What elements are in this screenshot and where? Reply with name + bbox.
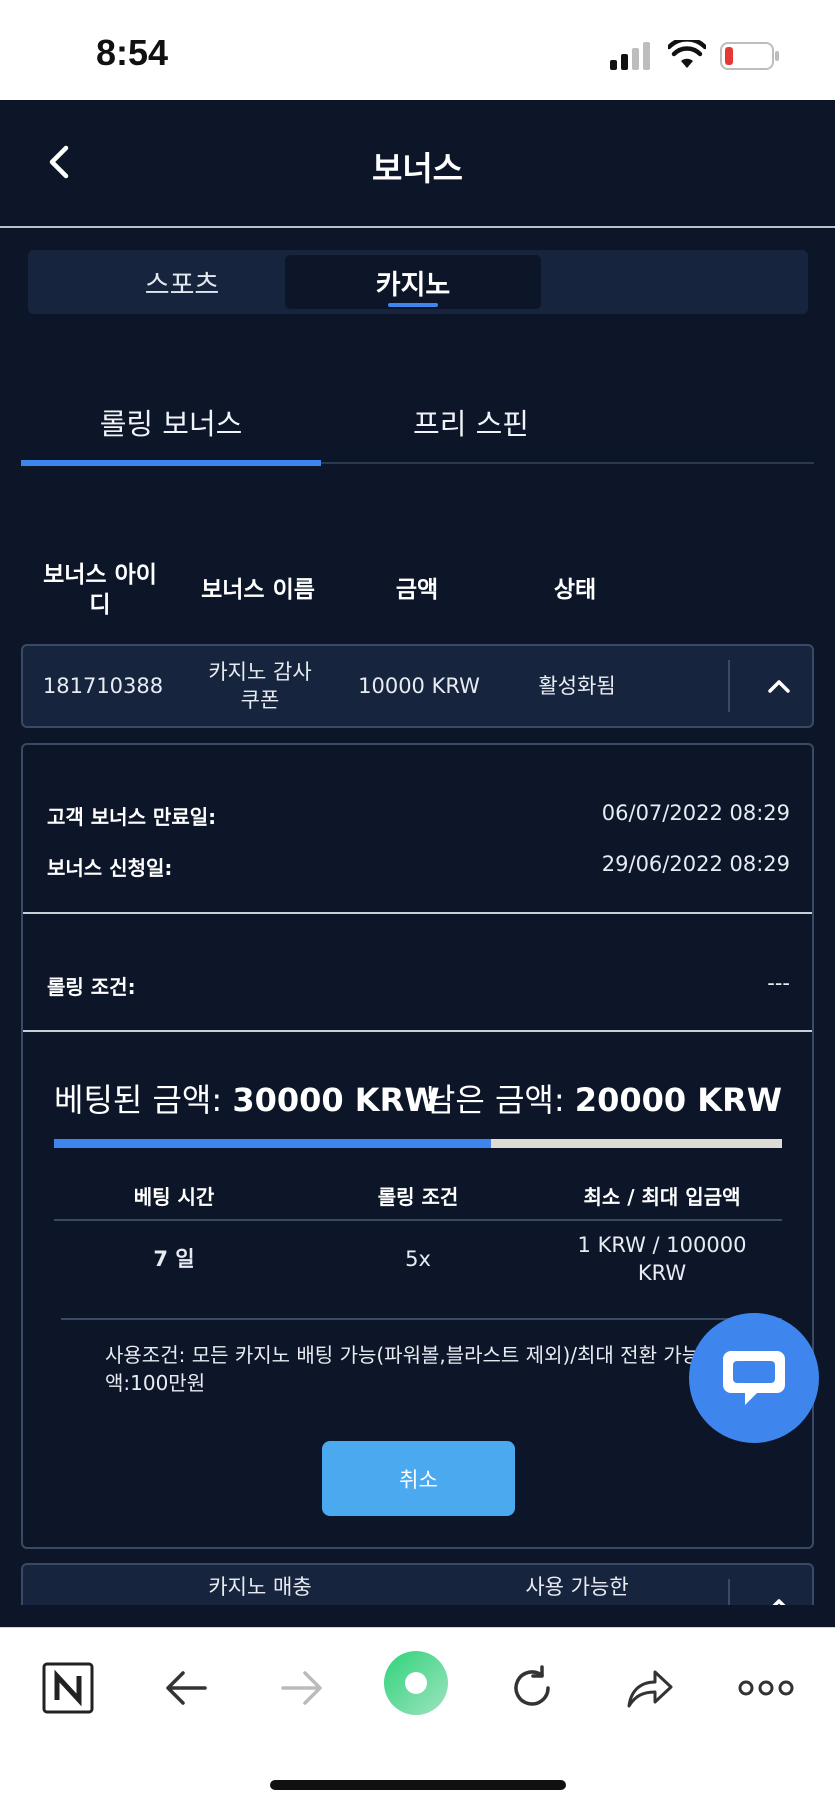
remaining-amount-value: 20000 KRW — [574, 1081, 782, 1119]
condition-header-rolling: 롤링 조건 — [377, 1185, 459, 1209]
remaining-amount-label: 남은 금액: — [425, 1081, 565, 1119]
divider — [23, 912, 812, 914]
condition-header-deposit: 최소 / 최대 입금액 — [583, 1185, 741, 1209]
bonus-id: 181710388 — [42, 674, 164, 698]
bet-amount-value: 30000 KRW — [232, 1081, 440, 1119]
applied-label: 보너스 신청일: — [47, 856, 173, 880]
bonus-name: 카지노 감사 쿠폰 — [208, 660, 312, 712]
segment-active-indicator — [388, 303, 438, 307]
share-icon[interactable] — [620, 1658, 680, 1718]
bonus-status: 활성화됨 — [538, 674, 616, 698]
wifi-icon — [668, 40, 706, 68]
status-bar: 8:54 — [0, 0, 835, 100]
tab-rolling-bonus-label: 롤링 보너스 — [99, 407, 243, 441]
home-indicator — [270, 1780, 566, 1790]
cellular-signal-icon — [610, 42, 650, 70]
tab-free-spin-label: 프리 스핀 — [413, 407, 529, 441]
bonus-amount: 10000 KRW — [358, 674, 480, 698]
wagering-progress-bar — [54, 1139, 782, 1148]
category-segment: 스포츠 카지노 — [28, 250, 808, 314]
column-header-amount: 금액 — [395, 577, 439, 603]
column-header-bonus-id: 보너스 아이 디 — [43, 562, 157, 618]
rolling-label: 롤링 조건: — [47, 975, 136, 999]
expiry-label: 고객 보너스 만료일: — [47, 805, 217, 829]
app-header: 보너스 — [0, 100, 835, 228]
segment-sports-label: 스포츠 — [144, 269, 220, 301]
divider — [61, 1318, 782, 1320]
bet-amount: 베팅된 금액: 30000 KRW — [54, 1075, 440, 1121]
page-title: 보너스 — [371, 149, 464, 188]
remaining-amount: 남은 금액: 20000 KRW — [426, 1075, 782, 1121]
chat-bubble-icon — [723, 1351, 785, 1405]
condition-bet-time: 7 일 — [153, 1247, 195, 1271]
cancel-button[interactable]: 취소 — [322, 1441, 515, 1516]
segment-casino[interactable]: 카지노 — [285, 255, 541, 309]
divider — [23, 1030, 812, 1032]
table-row[interactable]: 181710388 카지노 감사 쿠폰 10000 KRW 활성화됨 — [21, 644, 814, 728]
reload-icon[interactable] — [502, 1658, 562, 1718]
chat-button[interactable] — [689, 1313, 819, 1443]
applied-value: 29/06/2022 08:29 — [601, 852, 790, 876]
column-header-bonus-name: 보너스 이름 — [201, 577, 315, 603]
battery-icon — [720, 42, 779, 70]
usage-conditions-text: 사용조건: 모든 카지노 배팅 가능(파워볼,블라스트 제외)/최대 전환 가능… — [105, 1343, 719, 1395]
row-divider — [728, 660, 730, 712]
condition-header-bet-time: 베팅 시간 — [133, 1185, 215, 1209]
n-logo-icon[interactable] — [38, 1658, 98, 1718]
bonus-details-panel: 고객 보너스 만료일: 06/07/2022 08:29 보너스 신청일: 29… — [21, 743, 814, 1549]
condition-rolling: 5x — [405, 1247, 431, 1271]
more-icon[interactable] — [736, 1658, 796, 1718]
record-icon[interactable] — [381, 1648, 451, 1718]
tab-free-spin[interactable]: 프리 스핀 — [321, 380, 621, 464]
expiry-value: 06/07/2022 08:29 — [601, 801, 790, 825]
divider — [54, 1219, 782, 1221]
chevron-up-icon[interactable] — [763, 670, 795, 702]
status-time: 8:54 — [96, 32, 169, 73]
segment-casino-label: 카지노 — [375, 269, 451, 301]
tab-rolling-bonus[interactable]: 롤링 보너스 — [21, 380, 321, 466]
bet-amount-label: 베팅된 금액: — [54, 1081, 223, 1119]
bonus-status: 사용 가능한 — [525, 1575, 629, 1599]
column-header-status: 상태 — [553, 577, 597, 603]
bonus-type-tabs: 롤링 보너스 프리 스핀 — [21, 380, 814, 466]
arrow-right-icon[interactable] — [272, 1658, 332, 1718]
wagering-progress-fill — [54, 1139, 491, 1148]
content-clip — [0, 1605, 835, 1627]
arrow-left-icon[interactable] — [156, 1658, 216, 1718]
browser-toolbar — [0, 1627, 835, 1807]
bonus-name: 카지노 매충 — [208, 1575, 312, 1599]
segment-sports[interactable]: 스포츠 — [54, 255, 310, 309]
rolling-value: --- — [767, 971, 790, 995]
condition-deposit: 1 KRW / 100000 KRW — [577, 1233, 747, 1285]
